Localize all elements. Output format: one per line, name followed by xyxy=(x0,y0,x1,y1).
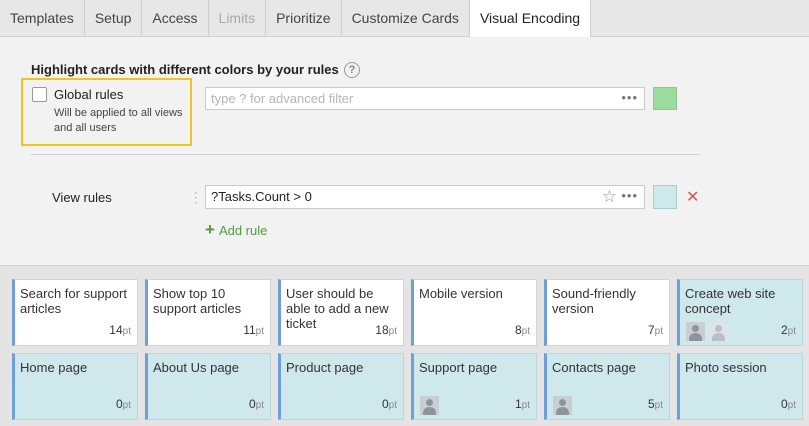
view-rule-color-swatch[interactable] xyxy=(653,185,677,209)
card-points-value: 5 xyxy=(647,397,655,411)
card[interactable]: Photo session 0pt xyxy=(677,353,803,420)
card[interactable]: Show top 10 support articles 11pt xyxy=(145,279,271,346)
tab-limits[interactable]: Limits xyxy=(209,0,267,36)
card-points-value: 1 xyxy=(514,397,522,411)
card-points: 8pt xyxy=(515,323,530,339)
divider xyxy=(31,154,700,155)
avatar-icon[interactable] xyxy=(553,396,572,415)
card-points: 0pt xyxy=(382,397,397,413)
section-heading: Highlight cards with different colors by… xyxy=(31,62,339,77)
card-points: 0pt xyxy=(249,397,264,413)
card-points: 14pt xyxy=(109,323,131,339)
card-points-unit: pt xyxy=(122,400,131,411)
card-points-unit: pt xyxy=(787,400,796,411)
card[interactable]: Create web site concept 2pt xyxy=(677,279,803,346)
plus-icon: + xyxy=(205,220,215,239)
card-title: Show top 10 support articles xyxy=(153,286,242,316)
card-points-value: 11 xyxy=(243,323,256,337)
card-title: Mobile version xyxy=(419,286,503,301)
card-points-unit: pt xyxy=(388,400,397,411)
card[interactable]: Sound-friendly version 7pt xyxy=(544,279,670,346)
card[interactable]: Support page 1pt xyxy=(411,353,537,420)
global-filter-placeholder: type ? for advanced filter xyxy=(211,91,354,106)
remove-rule-icon[interactable]: ✕ xyxy=(686,187,699,207)
tab-customize-cards[interactable]: Customize Cards xyxy=(342,0,470,36)
card[interactable]: User should be able to add a new ticket 1… xyxy=(278,279,404,346)
view-rule-filter-text: ?Tasks.Count > 0 xyxy=(211,189,312,204)
card-points-unit: pt xyxy=(521,400,530,411)
card-points: 0pt xyxy=(781,397,796,413)
avatar-icon[interactable] xyxy=(709,322,728,341)
view-rules-label: View rules xyxy=(52,190,112,205)
star-icon[interactable]: ☆ xyxy=(602,187,617,207)
card-points: 2pt xyxy=(781,323,796,339)
view-rule-filter-input[interactable]: ?Tasks.Count > 0 ☆ ••• xyxy=(205,185,645,209)
card-points-unit: pt xyxy=(654,400,663,411)
card-title: Photo session xyxy=(685,360,767,375)
drag-handle-icon[interactable]: · · · xyxy=(194,188,198,209)
card-points-value: 0 xyxy=(115,397,123,411)
more-options-icon[interactable]: ••• xyxy=(621,90,638,105)
card-points: 18pt xyxy=(375,323,397,339)
global-filter-input[interactable]: type ? for advanced filter ••• xyxy=(205,87,645,110)
card-points-value: 0 xyxy=(381,397,389,411)
card-points-value: 14 xyxy=(109,323,123,337)
tab-visual-encoding[interactable]: Visual Encoding xyxy=(468,0,592,38)
avatar-icon[interactable] xyxy=(420,396,439,415)
card-title: Home page xyxy=(20,360,88,375)
card-title: Product page xyxy=(286,360,364,375)
card-points: 0pt xyxy=(116,397,131,413)
card-points-value: 8 xyxy=(514,323,522,337)
help-icon[interactable]: ? xyxy=(344,62,360,78)
card-title: Sound-friendly version xyxy=(552,286,636,316)
global-rules-description: Will be applied to all views and all use… xyxy=(54,107,183,134)
card[interactable]: Mobile version 8pt xyxy=(411,279,537,346)
tab-templates[interactable]: Templates xyxy=(0,0,85,36)
card-points: 1pt xyxy=(515,397,530,413)
card[interactable]: Contacts page 5pt xyxy=(544,353,670,420)
card-points-value: 18 xyxy=(375,323,389,337)
card-points-unit: pt xyxy=(787,326,796,337)
card-points-unit: pt xyxy=(255,400,264,411)
card-points: 7pt xyxy=(648,323,663,339)
global-rules-toggle[interactable]: Global rules Will be applied to all view… xyxy=(21,78,192,146)
card-points-value: 0 xyxy=(780,397,788,411)
card-title: Contacts page xyxy=(552,360,636,375)
global-rules-label: Global rules xyxy=(54,87,124,102)
card-title: Search for support articles xyxy=(20,286,127,316)
add-rule-label: Add rule xyxy=(218,223,268,238)
card-title: Create web site concept xyxy=(685,286,776,316)
global-rules-checkbox[interactable] xyxy=(32,87,47,102)
card-title: Support page xyxy=(419,360,498,375)
card-points-unit: pt xyxy=(654,326,663,337)
card-points-unit: pt xyxy=(521,326,530,337)
card[interactable]: Home page 0pt xyxy=(12,353,138,420)
card-title: About Us page xyxy=(153,360,240,375)
add-rule-button[interactable]: + Add rule xyxy=(205,220,267,240)
tab-prioritize[interactable]: Prioritize xyxy=(266,0,342,36)
card[interactable]: Search for support articles 14pt xyxy=(12,279,138,346)
cards-board: Search for support articles 14pt Show top … xyxy=(0,265,809,426)
card[interactable]: About Us page 0pt xyxy=(145,353,271,420)
visual-encoding-panel: Highlight cards with different colors by… xyxy=(0,37,809,265)
more-options-icon[interactable]: ••• xyxy=(621,188,638,203)
card-points: 5pt xyxy=(648,397,663,413)
card[interactable]: Product page 0pt xyxy=(278,353,404,420)
card-points-value: 7 xyxy=(647,323,655,337)
card-points: 11pt xyxy=(243,323,264,339)
card-points-unit: pt xyxy=(122,326,131,337)
card-points-unit: pt xyxy=(388,326,397,337)
card-points-value: 2 xyxy=(780,323,788,337)
card-points-unit: pt xyxy=(255,326,264,337)
card-points-value: 0 xyxy=(248,397,256,411)
tab-access[interactable]: Access xyxy=(142,0,209,36)
global-color-swatch[interactable] xyxy=(653,87,677,110)
tab-setup[interactable]: Setup xyxy=(85,0,143,36)
avatar-icon[interactable] xyxy=(686,322,705,341)
settings-tabs: Templates Setup Access Limits Prioritize… xyxy=(0,0,809,38)
